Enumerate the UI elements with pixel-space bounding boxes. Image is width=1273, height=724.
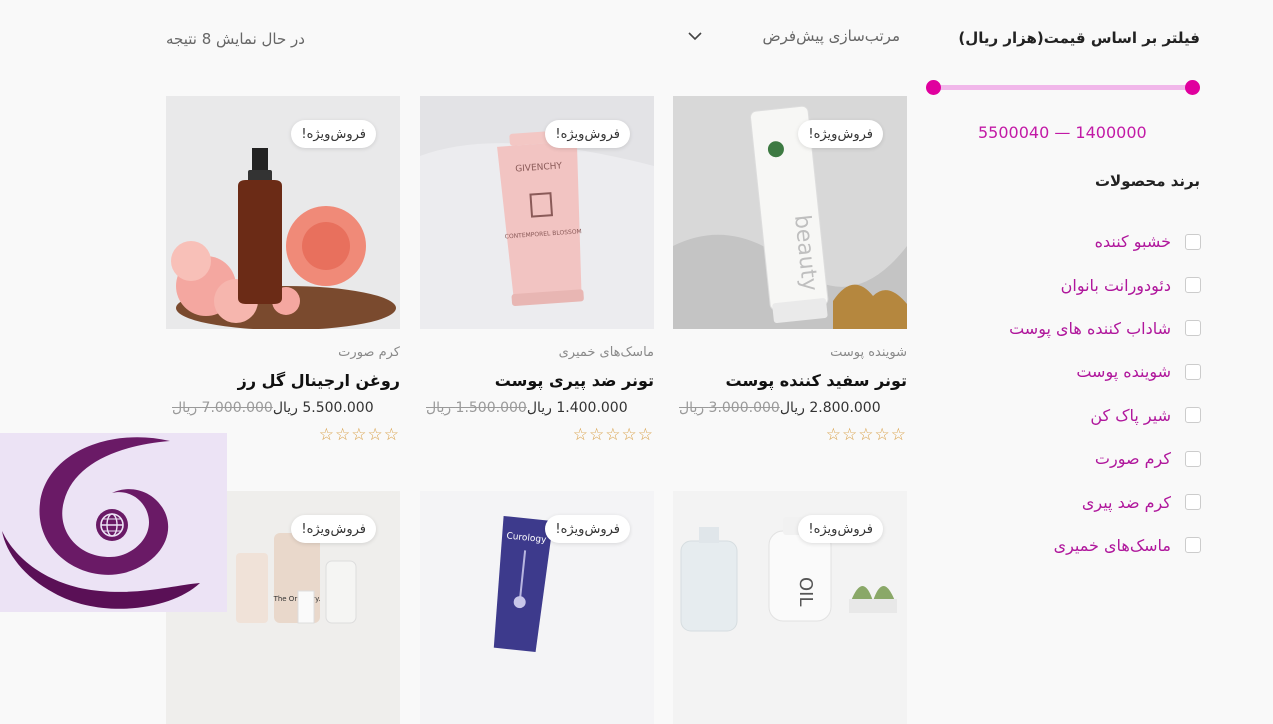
brand-filter-title: برند محصولات <box>1094 172 1200 190</box>
product-price: 3.000.000 ریال 2.800.000 ریال <box>673 400 907 416</box>
brand-item[interactable]: کرم ضد پیری <box>941 480 1201 523</box>
new-price: 2.800.000 ریال <box>779 400 881 416</box>
brand-checkbox[interactable] <box>1185 450 1201 467</box>
product-image[interactable]: Curology فروش‌ویژه! <box>420 491 654 724</box>
new-price: 5.500.000 ریال <box>272 400 374 416</box>
result-count: در حال نمایش 8 نتیجه <box>166 30 305 48</box>
product-price: 1.500.000 ریال 1.400.000 ریال <box>420 400 654 416</box>
brand-label[interactable]: دئودورانت بانوان <box>1061 276 1171 295</box>
brand-checkbox[interactable] <box>1185 494 1201 511</box>
brand-label[interactable]: شوینده پوست <box>1076 362 1171 381</box>
price-range-label: 5500040 — 1400000 <box>978 123 1147 142</box>
rating-stars-icon[interactable]: ☆☆☆☆☆ <box>673 425 907 445</box>
brand-item[interactable]: شاداب کننده های پوست <box>941 307 1201 350</box>
product-image[interactable]: beauty فروش‌ویژه! <box>673 96 907 329</box>
product-card: فروش‌ویژه! کرم صورت روغن ارجینال گل رز 7… <box>166 96 400 445</box>
sale-badge: فروش‌ویژه! <box>545 515 630 543</box>
product-card: Curology فروش‌ویژه! <box>420 491 654 724</box>
product-image[interactable]: OIL فروش‌ویژه! <box>673 491 907 724</box>
product-category[interactable]: کرم صورت <box>166 345 400 360</box>
sort-label: مرتب‌سازی پیش‌فرض <box>762 27 900 45</box>
product-card: OIL فروش‌ویژه! <box>673 491 907 724</box>
sale-badge: فروش‌ویژه! <box>545 120 630 148</box>
spiral-globe-logo-icon <box>2 437 200 609</box>
new-price: 1.400.000 ریال <box>526 400 628 416</box>
brand-label[interactable]: شیر پاک کن <box>1090 406 1171 425</box>
product-category[interactable]: ماسک‌های خمیری <box>420 345 654 360</box>
brand-item[interactable]: خشبو کننده <box>941 220 1201 263</box>
sale-badge: فروش‌ویژه! <box>798 515 883 543</box>
brand-checkbox[interactable] <box>1185 277 1201 294</box>
brand-label[interactable]: شاداب کننده های پوست <box>1009 319 1171 338</box>
brand-label[interactable]: ماسک‌های خمیری <box>1054 536 1171 555</box>
product-image[interactable]: فروش‌ویژه! <box>166 96 400 329</box>
price-slider[interactable] <box>926 78 1200 98</box>
sort-select[interactable]: مرتب‌سازی پیش‌فرض <box>686 22 900 50</box>
price-slider-min-handle[interactable] <box>926 80 941 95</box>
rating-stars-icon[interactable]: ☆☆☆☆☆ <box>420 425 654 445</box>
sale-badge: فروش‌ویژه! <box>291 515 376 543</box>
sale-badge: فروش‌ویژه! <box>291 120 376 148</box>
brand-item[interactable]: ماسک‌های خمیری <box>941 524 1201 567</box>
brand-checkbox[interactable] <box>1185 407 1201 424</box>
brand-checkbox[interactable] <box>1185 233 1201 250</box>
product-category[interactable]: شوینده پوست <box>673 345 907 360</box>
brand-item[interactable]: دئودورانت بانوان <box>941 263 1201 306</box>
product-card: beauty فروش‌ویژه! شوینده پوست تونر سفید … <box>673 96 907 445</box>
product-title[interactable]: روغن ارجینال گل رز <box>166 371 400 390</box>
brand-list: خشبو کننده دئودورانت بانوان شاداب کننده … <box>941 220 1201 567</box>
brand-label[interactable]: کرم ضد پیری <box>1082 493 1171 512</box>
brand-item[interactable]: کرم صورت <box>941 437 1201 480</box>
chevron-down-icon <box>688 32 702 41</box>
brand-item[interactable]: شیر پاک کن <box>941 394 1201 437</box>
brand-label[interactable]: کرم صورت <box>1095 449 1171 468</box>
product-image[interactable]: GIVENCHY CONTEMPOREL BLOSSOM فروش‌ویژه! <box>420 96 654 329</box>
product-price: 7.000.000 ریال 5.500.000 ریال <box>166 400 400 416</box>
site-logo[interactable] <box>0 433 227 612</box>
price-filter-title: فیلتر بر اساس قیمت(هزار ریال) <box>958 29 1200 47</box>
old-price: 3.000.000 ریال <box>679 400 780 416</box>
brand-label[interactable]: خشبو کننده <box>1095 232 1171 251</box>
brand-item[interactable]: شوینده پوست <box>941 350 1201 393</box>
old-price: 1.500.000 ریال <box>426 400 527 416</box>
brand-checkbox[interactable] <box>1185 537 1201 554</box>
brand-text: OIL <box>795 577 816 607</box>
sale-badge: فروش‌ویژه! <box>798 120 883 148</box>
brand-checkbox[interactable] <box>1185 363 1201 380</box>
brand-checkbox[interactable] <box>1185 320 1201 337</box>
old-price: 7.000.000 ریال <box>172 400 273 416</box>
product-title[interactable]: تونر ضد پیری پوست <box>420 371 654 390</box>
product-title[interactable]: تونر سفید کننده پوست <box>673 371 908 390</box>
product-card: GIVENCHY CONTEMPOREL BLOSSOM فروش‌ویژه! … <box>420 96 654 445</box>
price-slider-fill <box>934 85 1192 90</box>
price-slider-max-handle[interactable] <box>1185 80 1200 95</box>
